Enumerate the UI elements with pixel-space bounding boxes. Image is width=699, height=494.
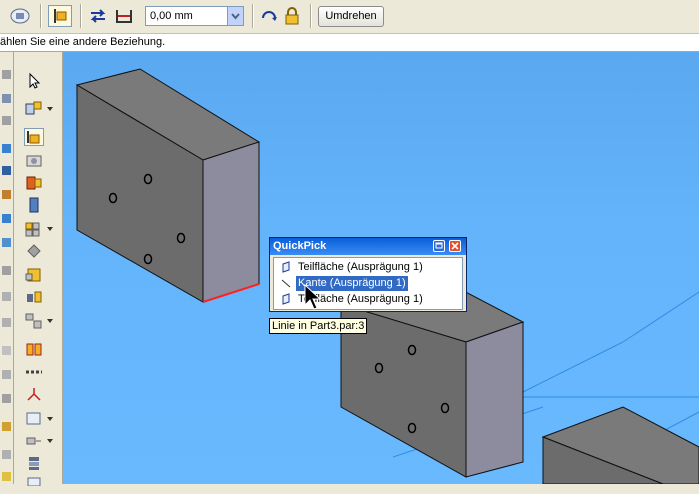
face-icon: [282, 293, 290, 305]
part-block-2: [340, 287, 525, 478]
xyz-tool[interactable]: [24, 386, 44, 404]
flip-button[interactable]: Umdrehen: [318, 6, 384, 27]
mirror-icon: [27, 291, 42, 303]
explode-tool[interactable]: [24, 312, 53, 330]
window-restore-icon: [435, 242, 443, 249]
chevron-down-icon[interactable]: [227, 7, 243, 25]
mirror-tool[interactable]: [24, 288, 44, 306]
minimize-button[interactable]: [433, 240, 445, 252]
mouse-cursor-icon: [304, 283, 322, 310]
select-tool[interactable]: [24, 72, 44, 90]
offset-distance-combo[interactable]: 0,00 mm: [145, 6, 244, 26]
prompt-bar: ählen Sie eine andere Beziehung.: [0, 34, 699, 52]
quickpick-titlebar[interactable]: QuickPick: [270, 238, 466, 255]
rotate-button[interactable]: [258, 5, 280, 27]
grid-icon: [27, 477, 41, 487]
view-tool[interactable]: [24, 410, 53, 428]
grid-tool[interactable]: [24, 476, 44, 494]
xyz-axes-icon: [27, 388, 41, 401]
chain-tool[interactable]: [24, 362, 44, 380]
pattern-tool[interactable]: [24, 220, 53, 238]
offset-button[interactable]: [112, 5, 136, 27]
place-part-tool[interactable]: [24, 100, 53, 118]
clipped-tool-icons: [2, 70, 11, 481]
stack-tool[interactable]: [24, 454, 44, 472]
quickpick-window[interactable]: QuickPick Teilfläche (Ausprägung 1) Kant…: [269, 237, 467, 312]
mate-tool[interactable]: [24, 174, 44, 192]
edge-icon: [281, 279, 291, 288]
stack-icon: [29, 457, 39, 470]
lock-button[interactable]: [281, 5, 303, 27]
angle-tool[interactable]: [24, 242, 44, 260]
align-face-icon: [54, 9, 67, 23]
relationship-tool-active[interactable]: [24, 128, 44, 146]
insert-icon: [26, 155, 42, 167]
arrow-cursor-icon: [29, 72, 41, 89]
filter-icon: [26, 437, 41, 445]
diamond-icon: [27, 244, 41, 258]
swap-direction-button[interactable]: [86, 5, 110, 27]
lock-icon: [285, 7, 299, 25]
face-icon: [282, 261, 290, 273]
close-icon: [451, 242, 459, 250]
options-button[interactable]: [6, 5, 34, 27]
replace-part-icon: [25, 268, 41, 282]
relationship-icon: [27, 131, 40, 144]
quickpick-title: QuickPick: [273, 240, 327, 252]
assembly-toolbar: [14, 52, 63, 487]
quickpick-list: Teilfläche (Ausprägung 1) Kante (Auspräg…: [273, 257, 463, 310]
prompt-text: ählen Sie eine andere Beziehung.: [0, 36, 166, 48]
align-button[interactable]: [48, 5, 72, 27]
swap-arrows-icon: [90, 9, 106, 23]
replace-part-tool[interactable]: [24, 266, 44, 284]
quickpick-item-label: Teilfläche (Ausprägung 1): [298, 261, 423, 273]
explode-icon: [25, 313, 42, 329]
axial-align-tool[interactable]: [24, 196, 44, 214]
chain-icon: [26, 370, 42, 374]
part-block-1: [75, 68, 261, 303]
filter-tool[interactable]: [24, 432, 53, 450]
book-icon: [26, 343, 42, 356]
mate-icon: [26, 176, 42, 190]
options-icon: [10, 8, 30, 24]
clipped-toolbar: [0, 52, 14, 484]
relationship-toolbar: 0,00 mm Umdrehen: [0, 0, 699, 34]
place-part-icon: [25, 101, 42, 115]
close-button[interactable]: [449, 240, 461, 252]
rotate-arrow-icon: [262, 11, 277, 21]
view-icon: [26, 412, 41, 425]
axial-align-icon: [29, 197, 39, 213]
tooltip: Linie in Part3.par:3: [269, 318, 368, 334]
part-block-3: [541, 406, 699, 484]
insert-tool[interactable]: [24, 152, 44, 170]
pattern-icon: [25, 222, 40, 237]
offset-distance-value: 0,00 mm: [150, 10, 193, 22]
book-tool[interactable]: [24, 340, 44, 358]
offset-measure-icon: [116, 10, 132, 23]
